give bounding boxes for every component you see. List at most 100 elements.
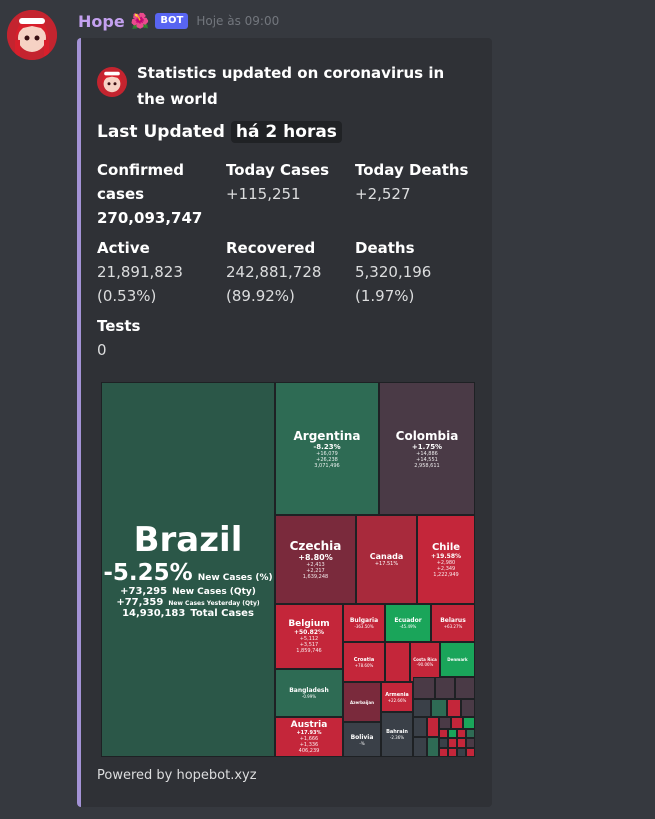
tile-name: Colombia	[395, 428, 459, 443]
tile-value: 1,639,248	[302, 574, 329, 580]
timestamp[interactable]: Hoje às 09:00	[196, 14, 279, 28]
treemap-tile	[439, 729, 448, 738]
title-label: Last Updated	[97, 122, 225, 142]
tile-value: 406,239	[298, 748, 320, 754]
tile-name: Bolivia	[350, 733, 374, 741]
tile-name: Austria	[290, 720, 328, 730]
treemap-tile	[455, 677, 475, 699]
treemap-tile-bangladesh: Bangladesh -0.99%	[275, 669, 343, 717]
field-name: Active	[97, 239, 150, 257]
field-tests: Tests 0	[97, 314, 222, 362]
tile-value: 1,222,949	[433, 571, 459, 578]
tile-pct: +50.82%	[293, 629, 325, 636]
avatar[interactable]	[7, 10, 57, 60]
treemap-tile-costa-rica: Costa Rica -90.06%	[410, 642, 440, 682]
treemap-tile-croatia: Croatia +78.60%	[343, 642, 385, 682]
treemap-tile	[448, 738, 457, 748]
tile-pct: -5.25%	[103, 560, 193, 586]
treemap-tile-colombia: Colombia +1.75% +14,886 +14,551 2,958,61…	[379, 382, 475, 515]
tile-pct: +22.66%	[387, 697, 407, 703]
treemap-tile	[457, 748, 466, 757]
tile-value: 1,859,746	[296, 648, 322, 654]
brazil-qty-row: +73,295 New Cases (Qty)	[120, 586, 256, 597]
treemap-tile	[427, 717, 439, 737]
field-name: Recovered	[226, 239, 316, 257]
covid-treemap-image[interactable]: Brazil -5.25% New Cases (%) +73,295 New …	[101, 382, 475, 757]
treemap-tile-brazil: Brazil -5.25% New Cases (%) +73,295 New …	[101, 382, 275, 757]
tile-pct: +17.51%	[374, 561, 399, 567]
tile-new-qty: +73,295	[120, 586, 168, 597]
field-value: 270,093,747	[97, 209, 203, 227]
treemap-tile-czechia: Czechia +8.80% +2,413 +2,217 1,639,248	[275, 515, 356, 604]
treemap-tile	[413, 717, 427, 737]
field-name: Today Deaths	[355, 161, 469, 179]
tile-name: Canada	[369, 552, 404, 561]
username[interactable]: Hope	[78, 12, 125, 31]
tile-new-qty-label: New Cases (Qty)	[172, 587, 256, 597]
tile-name: Belarus	[440, 617, 466, 624]
treemap-tile-argentina: Argentina -8.23% +16,079 +26,238 3,071,4…	[275, 382, 379, 515]
treemap-tile	[439, 748, 448, 757]
tile-pct: -363.50%	[354, 624, 374, 629]
treemap-tile	[447, 699, 461, 717]
treemap-tile	[466, 729, 475, 738]
brazil-total-row: 14,930,183 Total Cases	[122, 608, 254, 619]
treemap-tile	[427, 737, 439, 757]
tile-name: Czechia	[289, 539, 342, 553]
treemap-tile-ecuador: Ecuador -45.49%	[385, 604, 431, 642]
treemap-tile	[448, 729, 457, 738]
embed-footer: Powered by hopebot.xyz	[97, 768, 257, 783]
tile-yesterday-label: New Cases Yesterday (Qty)	[168, 600, 260, 607]
treemap-tile-austria: Austria +17.93% +1,666 +1,336 406,239	[275, 717, 343, 757]
field-value: +2,527	[355, 185, 411, 203]
tile-name: Bulgaria	[349, 617, 379, 624]
author-avatar-icon	[97, 67, 127, 97]
field-value: 242,881,728 (89.92%)	[226, 263, 322, 305]
field-value: 5,320,196 (1.97%)	[355, 263, 432, 305]
treemap-tile-chile: Chile +19.58% +2,980 +2,349 1,222,949	[417, 515, 475, 604]
title-time-code: há 2 horas	[230, 121, 342, 143]
tile-name: Azerbaijan	[350, 699, 374, 705]
field-today-cases: Today Cases +115,251	[226, 158, 351, 206]
treemap-tile	[463, 717, 475, 729]
embed-title: Last Updated há 2 horas	[97, 121, 342, 143]
treemap-tile	[435, 677, 455, 699]
treemap-tile	[466, 748, 475, 757]
treemap-tile	[461, 699, 475, 717]
tile-pct: -%	[359, 740, 365, 746]
flower-icon: 🌺	[130, 11, 150, 30]
treemap-tile-bahrain: Bahrain -2.36%	[381, 712, 413, 757]
embed-author-name: Statistics updated on coronavirus in the…	[137, 64, 445, 108]
treemap-tile-belarus: Belarus +63.27%	[431, 604, 475, 642]
treemap-tile	[448, 748, 457, 757]
treemap-tile-bolivia: Bolivia -%	[343, 722, 381, 757]
tile-name: Belgium	[288, 619, 330, 629]
treemap-tile-canada: Canada +17.51%	[356, 515, 417, 604]
tile-pct: -2.36%	[389, 735, 405, 740]
treemap-tile	[466, 738, 475, 748]
treemap-tile	[431, 699, 447, 717]
tile-name: Argentina	[293, 428, 361, 443]
field-name: Tests	[97, 317, 141, 335]
embed-author: Statistics updated on coronavirus in the…	[97, 60, 457, 112]
treemap-tile	[413, 677, 435, 699]
tile-pct: +78.60%	[354, 662, 374, 668]
field-confirmed: Confirmed cases 270,093,747	[97, 158, 222, 230]
field-today-deaths: Today Deaths +2,527	[355, 158, 480, 206]
tile-pct: +63.27%	[443, 624, 463, 629]
treemap-tile	[413, 737, 427, 757]
tile-pct: -45.49%	[399, 624, 417, 629]
treemap-tile	[439, 717, 451, 729]
tile-pct: -8.23%	[313, 442, 341, 451]
tile-name: Ecuador	[394, 617, 422, 624]
treemap-tile	[457, 729, 466, 738]
field-name: Confirmed cases	[97, 161, 185, 203]
tile-pct: -0.99%	[301, 694, 317, 699]
bot-badge: BOT	[155, 13, 189, 29]
treemap-tile-azerbaijan: Azerbaijan	[343, 682, 381, 722]
tile-total: 14,930,183	[122, 608, 186, 619]
treemap-tile	[451, 717, 463, 729]
tile-value: 2,958,611	[414, 462, 440, 469]
message-header: Hope 🌺 BOT Hoje às 09:00	[78, 9, 279, 33]
field-active: Active 21,891,823 (0.53%)	[97, 236, 222, 308]
